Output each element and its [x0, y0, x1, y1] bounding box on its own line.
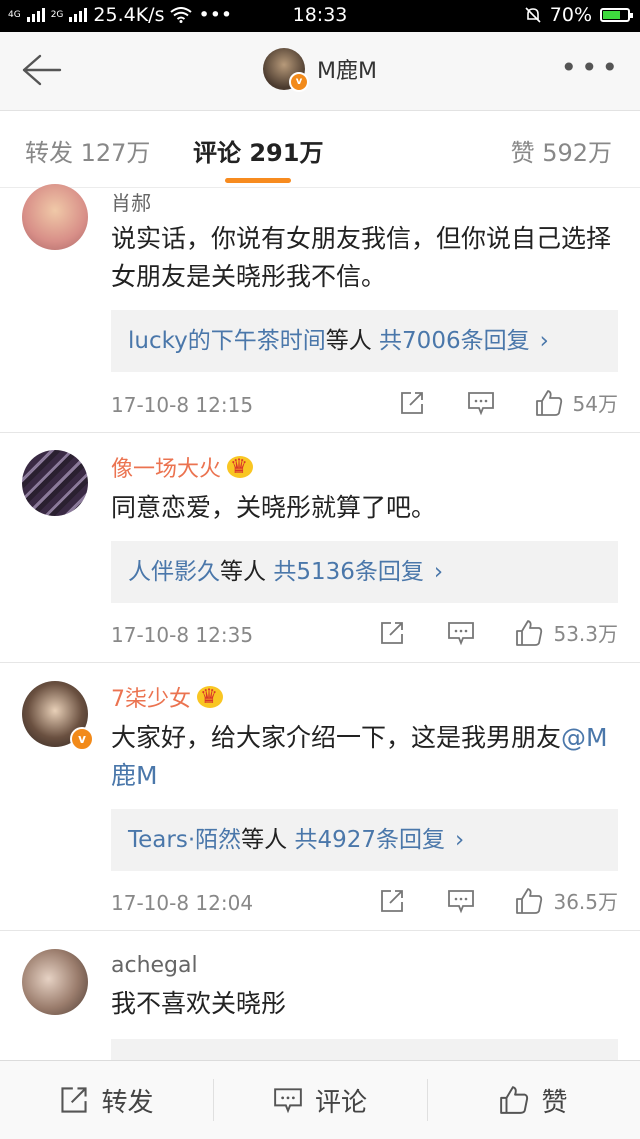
comment-actions: 36.5万 [379, 886, 618, 915]
comment-actions: 54万 [399, 388, 618, 417]
crown-icon [197, 685, 223, 708]
comment-text-body: 大家好，给大家介绍一下，这是我男朋友 [111, 723, 562, 752]
comment-text: 同意恋爱，关晓彤就算了吧。 [111, 493, 437, 522]
reply-mid-text: 等人 [241, 827, 288, 853]
commenter-name[interactable]: achegal [111, 953, 198, 978]
reply-author[interactable]: Tears·陌然 [128, 827, 241, 853]
active-tab-indicator [225, 178, 291, 183]
comment-button[interactable]: 评论 [213, 1061, 427, 1139]
commenter-name[interactable]: 7柒少女 [111, 681, 223, 713]
comment-time: 17-10-8 12:04 [111, 891, 254, 915]
reply-summary[interactable]: 人伴影久等人 共5136条回复 › [111, 541, 618, 603]
chevron-right-icon: › [539, 328, 549, 354]
chevron-right-icon: › [433, 559, 444, 585]
like-button[interactable]: 赞 [427, 1061, 640, 1139]
tab-comments[interactable]: 评论 291万 [193, 133, 323, 168]
commenter-name[interactable]: 肖郝 [111, 187, 151, 216]
like-count: 53.3万 [553, 622, 618, 646]
avatar[interactable] [22, 450, 88, 516]
battery-icon [600, 8, 633, 22]
comment-item: 像一场大火 同意恋爱，关晓彤就算了吧。 人伴影久等人 共5136条回复 › 17-… [0, 433, 640, 662]
tab-bar: 转发 127万 评论 291万 赞 592万 [0, 111, 640, 187]
comment-item: achegal 我不喜欢关晓彤 [0, 931, 640, 1060]
comment-item: 肖郝 说实话，你说有女朋友我信，但你说自己选择女朋友是关晓彤我不信。 lucky… [0, 184, 640, 432]
share-icon[interactable] [379, 888, 405, 914]
top-nav-bar: v M鹿M ••• [0, 32, 640, 111]
status-bar: 4G 2G 25.4K/s ••• 18:33 70% [0, 0, 640, 32]
reply-mid-text: 等人 [325, 328, 372, 354]
avatar[interactable] [22, 184, 88, 250]
avatar[interactable]: v [263, 48, 310, 92]
thumbs-up-icon [535, 389, 562, 416]
like-button[interactable]: 53.3万 [515, 618, 618, 647]
header-profile[interactable]: v M鹿M [0, 48, 640, 92]
thumbs-up-icon [516, 887, 543, 914]
thumbs-up-icon [500, 1086, 529, 1114]
reply-summary[interactable] [111, 1039, 618, 1060]
tab-likes[interactable]: 赞 592万 [511, 133, 612, 168]
battery-level [603, 11, 620, 19]
commenter-name-text: 像一场大火 [111, 457, 222, 482]
share-icon[interactable] [379, 620, 405, 646]
reply-count[interactable]: 共5136条回复 [273, 559, 424, 585]
comment-actions: 53.3万 [379, 618, 618, 647]
commenter-name[interactable]: 像一场大火 [111, 451, 254, 483]
comment-icon [274, 1088, 302, 1114]
reply-author[interactable]: lucky的下午茶时间 [128, 328, 326, 354]
comment-time: 17-10-8 12:15 [111, 393, 254, 417]
reply-count[interactable]: 共7006条回复 [379, 328, 530, 354]
comment-label: 评论 [314, 1087, 367, 1118]
like-label: 赞 [541, 1087, 568, 1118]
comment-icon[interactable] [447, 620, 475, 646]
comment-text: 大家好，给大家介绍一下，这是我男朋友@M鹿M [111, 719, 611, 795]
battery-percent: 70% [549, 4, 592, 26]
page-title: M鹿M [317, 59, 377, 84]
commenter-name-text: 7柒少女 [111, 687, 191, 712]
like-button[interactable]: 36.5万 [515, 886, 618, 915]
comment-text: 说实话，你说有女朋友我信，但你说自己选择女朋友是关晓彤我不信。 [111, 224, 612, 291]
verified-badge-icon: v [289, 72, 310, 92]
repost-label: 转发 [101, 1087, 154, 1118]
comment-text: 我不喜欢关晓彤 [111, 989, 287, 1018]
reply-summary[interactable]: lucky的下午茶时间等人 共7006条回复 › [111, 310, 618, 372]
share-icon [61, 1087, 88, 1113]
like-count: 36.5万 [553, 890, 618, 914]
verified-badge-icon: v [70, 727, 94, 751]
comment-icon[interactable] [447, 888, 475, 914]
reply-mid-text: 等人 [220, 559, 266, 585]
avatar[interactable] [22, 949, 88, 1015]
reply-count[interactable]: 共4927条回复 [294, 827, 445, 853]
mute-bell-icon [525, 7, 541, 23]
comment-time: 17-10-8 12:35 [111, 623, 254, 647]
tab-repost[interactable]: 转发 127万 [25, 133, 150, 168]
like-count: 54万 [572, 392, 618, 416]
repost-button[interactable]: 转发 [0, 1061, 213, 1139]
more-dots-icon[interactable]: ••• [560, 54, 622, 82]
reply-author[interactable]: 人伴影久 [128, 559, 220, 585]
share-icon[interactable] [399, 390, 425, 416]
comment-item: v 7柒少女 大家好，给大家介绍一下，这是我男朋友@M鹿M Tears·陌然等人… [0, 663, 640, 930]
reply-summary[interactable]: Tears·陌然等人 共4927条回复 › [111, 809, 618, 871]
like-button[interactable]: 54万 [535, 388, 618, 417]
avatar[interactable]: v [22, 681, 94, 751]
crown-icon [227, 455, 254, 478]
chevron-right-icon: › [455, 827, 465, 853]
thumbs-up-icon [516, 619, 543, 646]
bottom-action-bar: 转发 评论 赞 [0, 1060, 640, 1139]
comment-icon[interactable] [467, 390, 495, 416]
